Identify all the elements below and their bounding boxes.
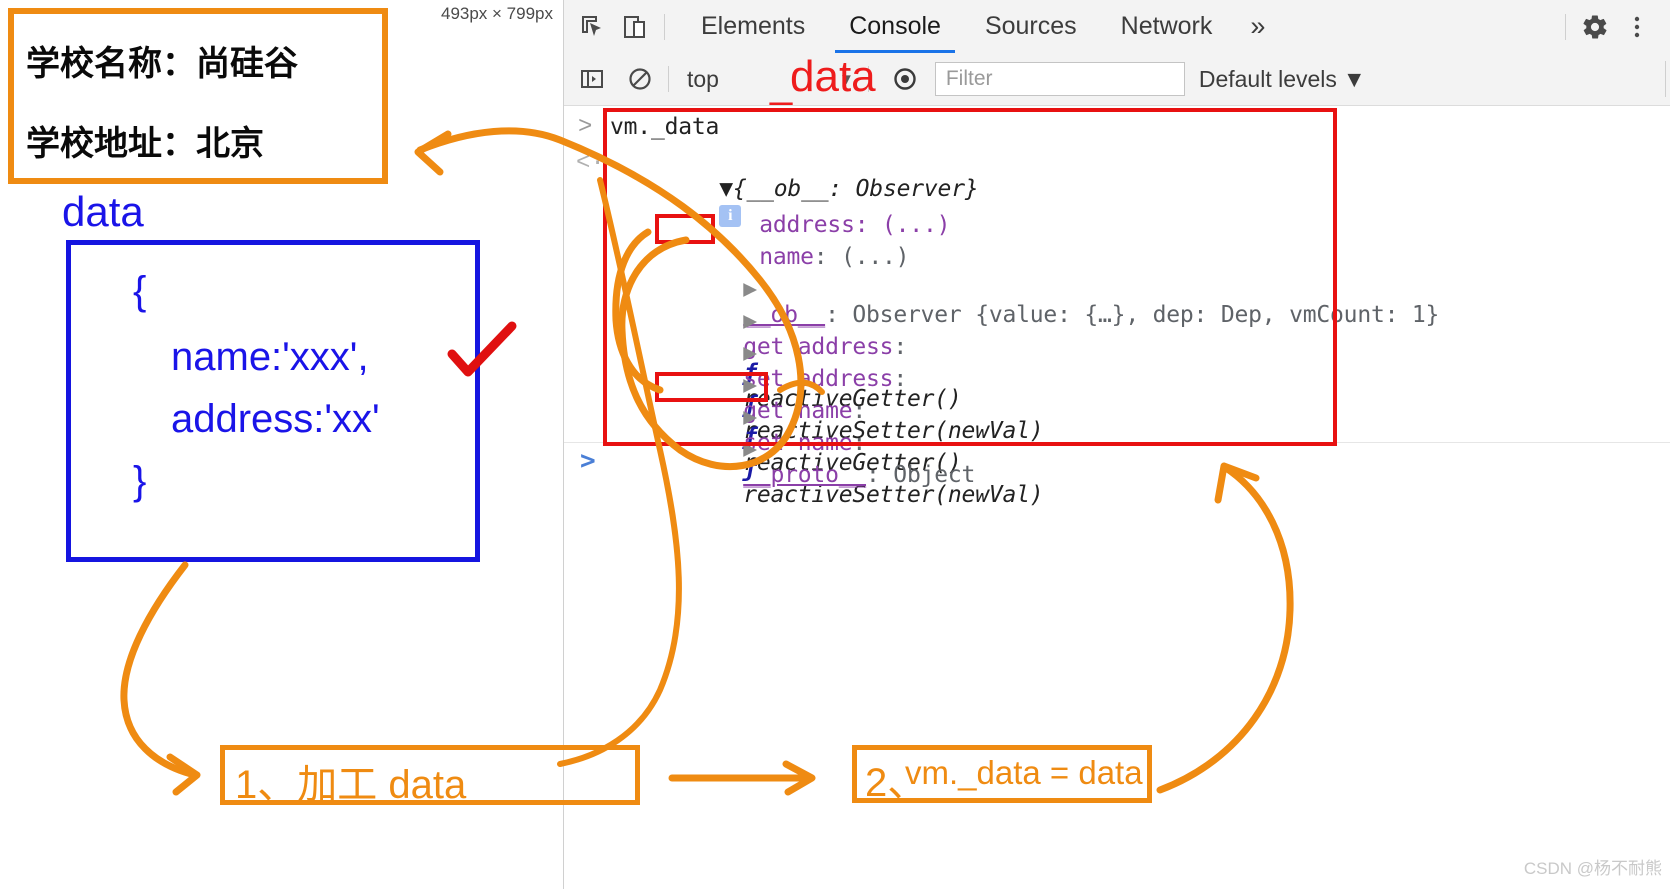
log-levels-label: Default levels [1198,65,1337,92]
toolbar-right-group [1557,0,1670,53]
devtools-tabs: Elements Console Sources Network » [679,0,1281,53]
csdn-watermark: CSDN @杨不耐熊 [1523,859,1662,878]
console-prop-proto[interactable]: ▶ __proto__: Object [634,410,975,514]
data-caption-label: data [62,188,144,235]
tab-network[interactable]: Network [1099,0,1235,53]
live-expression-icon[interactable] [885,59,925,99]
tab-elements[interactable]: Elements [679,0,827,53]
toolbar-divider-right [1565,13,1566,40]
console-filter-input[interactable]: Filter [934,62,1185,96]
kebab-menu-icon[interactable] [1616,6,1658,48]
console-sidebar-icon[interactable] [572,59,612,99]
gear-icon[interactable] [1574,6,1616,48]
annotation-step2-text: vm._data = data [905,754,1143,791]
toolbar-divider [664,13,665,40]
console-prop-proto-rest: : Object [866,462,976,488]
device-toolbar-icon[interactable] [614,6,656,48]
devtools-toolbar: Elements Console Sources Network » [564,0,1670,54]
console-input-expression: vm._data [610,114,720,140]
school-name-text: 学校名称：尚硅谷 [26,45,298,83]
more-tabs-icon[interactable]: » [1234,0,1281,53]
chevron-down-icon-levels: ▼ [1342,65,1366,92]
screenshot-root: 493px × 799px 学校名称：尚硅谷 学校地址：北京 data { na… [0,0,1670,889]
school-info-box: 学校名称：尚硅谷 学校地址：北京 [8,8,388,184]
expand-triangle-icon-proto[interactable]: ▶ [743,436,757,462]
console-output-gutter-icon: <· [576,150,605,177]
console-prop-proto-key: __proto__ [743,462,867,488]
annotation-red-data-label: data [790,52,876,101]
annotation-step1-box: 1、加工 data [220,745,640,807]
code-line-close-brace: } [133,459,147,503]
console-prompt-divider [564,442,1670,443]
annotation-step1-text: 1、加工 data [235,763,467,807]
code-line-address: address:'xx' [171,397,380,441]
tab-sources-label: Sources [984,12,1077,40]
tab-elements-label: Elements [701,12,806,40]
console-input-gutter-icon: > [578,114,593,141]
annotation-red-underscore: _ [770,62,793,106]
tab-network-label: Network [1120,12,1213,40]
school-address-text: 学校地址：北京 [26,125,264,163]
annotation-step2-box: 2、 vm._data = data [852,745,1152,805]
console-filter-bar: top ▼ Filter Default levels ▼ [564,53,1670,106]
tab-console[interactable]: Console [827,0,963,53]
execution-context-selector[interactable]: top [687,66,719,93]
viewport-dimension-label: 493px × 799px [440,4,553,23]
tab-sources[interactable]: Sources [963,0,1099,53]
code-line-open-brace: { [133,269,147,313]
filterbar-right-divider [1665,61,1666,97]
log-levels-dropdown[interactable]: Default levels ▼ [1199,66,1366,93]
clear-console-icon[interactable] [620,59,660,99]
data-object-code-box: { name:'xxx', address:'xx' } [66,240,480,562]
filterbar-divider [668,66,669,92]
code-line-name: name:'xxx', [171,335,369,379]
inspect-element-icon[interactable] [572,6,614,48]
tab-console-label: Console [849,12,941,40]
console-next-prompt-icon[interactable]: > [580,446,596,476]
